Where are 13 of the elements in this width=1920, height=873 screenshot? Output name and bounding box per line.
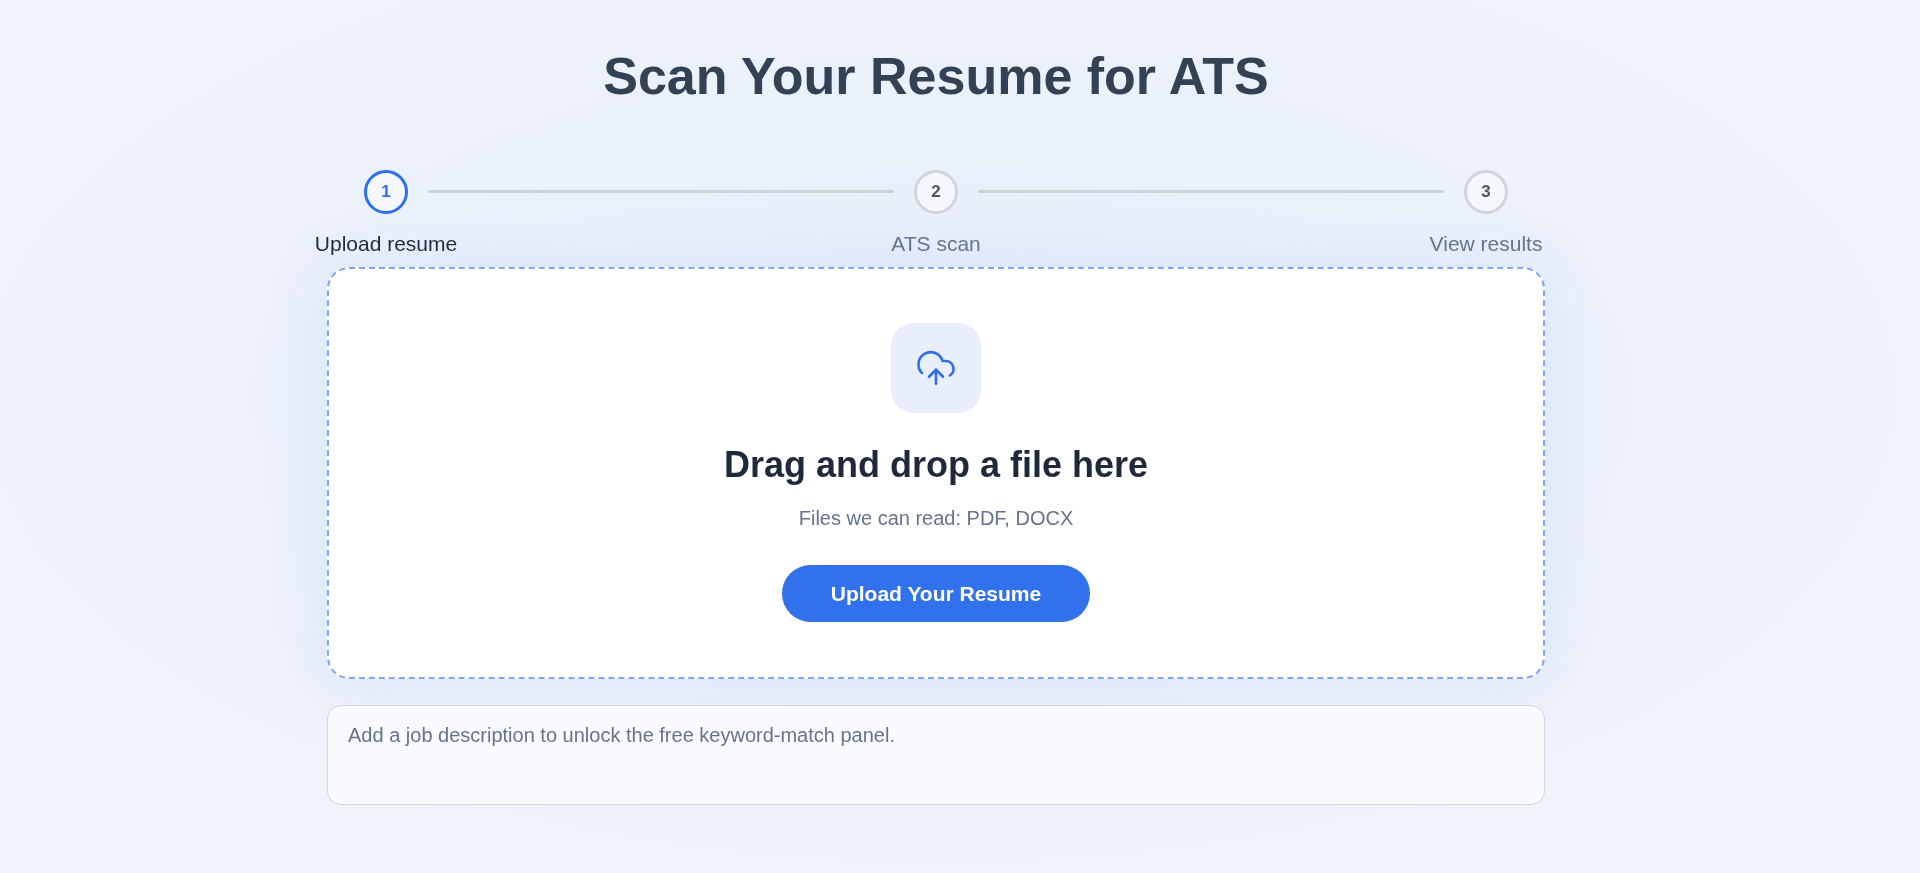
step-number: 3 — [1464, 170, 1508, 214]
step-label: Upload resume — [314, 231, 458, 257]
page-title: Scan Your Resume for ATS — [603, 46, 1269, 107]
job-description-field[interactable]: Add a job description to unlock the free keyword-match panel. — [327, 705, 1545, 805]
step-label: View results — [1429, 231, 1543, 257]
step-label: ATS scan — [891, 231, 981, 257]
dropzone-heading: Drag and drop a file here — [723, 443, 1149, 486]
file-types-note: Files we can read: PDF, DOCX — [798, 506, 1074, 531]
step-number: 1 — [364, 170, 408, 214]
step-number: 2 — [914, 170, 958, 214]
cloud-upload-icon — [891, 323, 981, 413]
upload-dropzone[interactable]: Drag and drop a file here Files we can read: PDF, DOCX Upload Your Resume — [327, 267, 1545, 679]
upload-resume-button[interactable]: Upload Your Resume — [782, 565, 1090, 622]
